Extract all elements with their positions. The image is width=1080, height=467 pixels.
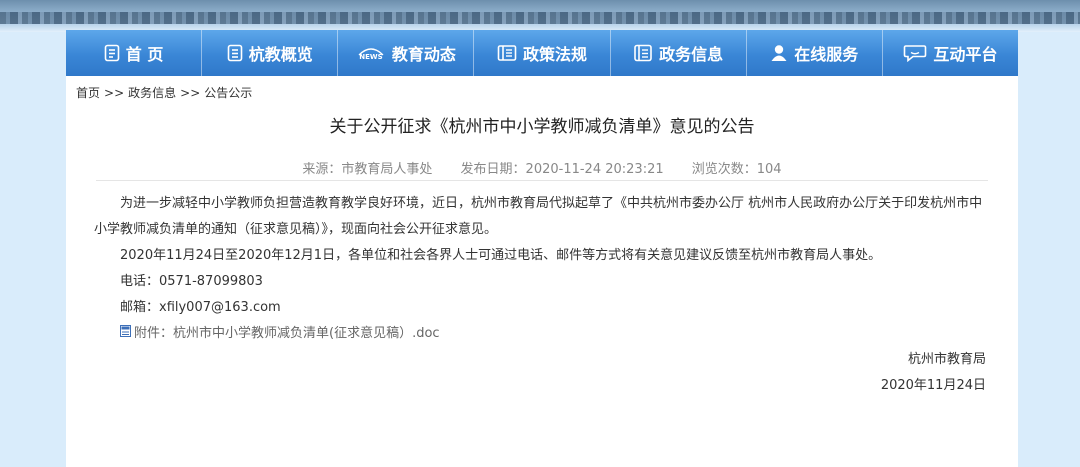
breadcrumb-separator: >> [104,86,125,100]
article-title: 关于公开征求《杭州市中小学教师减负清单》意见的公告 [329,117,755,137]
nav-label: 首 页 [125,45,164,64]
article-date: 发布日期：2020-11-24 20:23:21 [460,162,664,177]
nav-label: 杭教概览 [248,45,313,64]
nav-label: 政务信息 [659,45,724,64]
attachment-row: 附件：杭州市中小学教师减负清单(征求意见稿）.doc [94,321,988,347]
article-body: 为进一步减轻中小学教师负担营造教育教学良好环境，近日，杭州市教育局代拟起草了《中… [66,181,1018,399]
article-source: 来源：市教育局人事处 [302,162,433,177]
attachment-link[interactable]: 附件：杭州市中小学教师减负清单(征求意见稿）.doc [134,321,440,347]
nav-item-policy[interactable]: 政策法规 [474,30,611,76]
news-icon: NEWS [356,45,386,61]
nav-label: 教育动态 [391,45,456,64]
nav-item-online-service[interactable]: 在线服务 [747,30,883,76]
nav-item-gov-info[interactable]: 政务信息 [611,30,747,76]
breadcrumb-home-link[interactable]: 首页 [76,86,100,100]
nav-item-interaction[interactable]: 互动平台 [883,30,1018,76]
breadcrumb-separator: >> [180,86,201,100]
breadcrumb-section-link[interactable]: 政务信息 [128,86,176,100]
main-nav: 首 页 杭教概览 NEWS 教育动态 政策法规 政务信息 在线服务 互动平台 [66,30,1018,76]
notebook-icon [633,44,653,62]
contact-email: 邮箱：xfily007@163.com [120,300,281,315]
nav-label: 在线服务 [794,45,859,64]
person-icon [770,44,788,62]
signature: 杭州市教育局 [907,352,986,367]
nav-label: 政策法规 [522,45,587,64]
home-doc-icon [104,44,120,62]
contact-phone: 电话：0571-87099803 [120,274,263,289]
nav-item-overview[interactable]: 杭教概览 [202,30,339,76]
nav-label: 互动平台 [933,45,998,64]
word-doc-icon [120,321,131,347]
article-meta: 来源：市教育局人事处 发布日期：2020-11-24 20:23:21 浏览次数… [66,158,1018,180]
signature-date: 2020年11月24日 [880,378,986,393]
article-views: 浏览次数：104 [691,162,782,177]
header-banner [0,0,1080,32]
chat-icon [903,44,927,62]
nav-item-home[interactable]: 首 页 [66,30,203,76]
article-paragraph: 为进一步减轻中小学教师负担营造教育教学良好环境，近日，杭州市教育局代拟起草了《中… [94,196,983,237]
book-icon [497,44,517,62]
breadcrumb: 首页 >> 政务信息 >> 公告公示 [66,76,1018,106]
nav-item-news[interactable]: NEWS 教育动态 [338,30,475,76]
overview-doc-icon [227,44,243,62]
article-paragraph: 2020年11月24日至2020年12月1日，各单位和社会各界人士可通过电话、邮… [120,248,882,263]
page-container: 首 页 杭教概览 NEWS 教育动态 政策法规 政务信息 在线服务 互动平台 首… [66,30,1018,467]
breadcrumb-current-link[interactable]: 公告公示 [204,86,252,100]
svg-text:NEWS: NEWS [359,53,382,61]
